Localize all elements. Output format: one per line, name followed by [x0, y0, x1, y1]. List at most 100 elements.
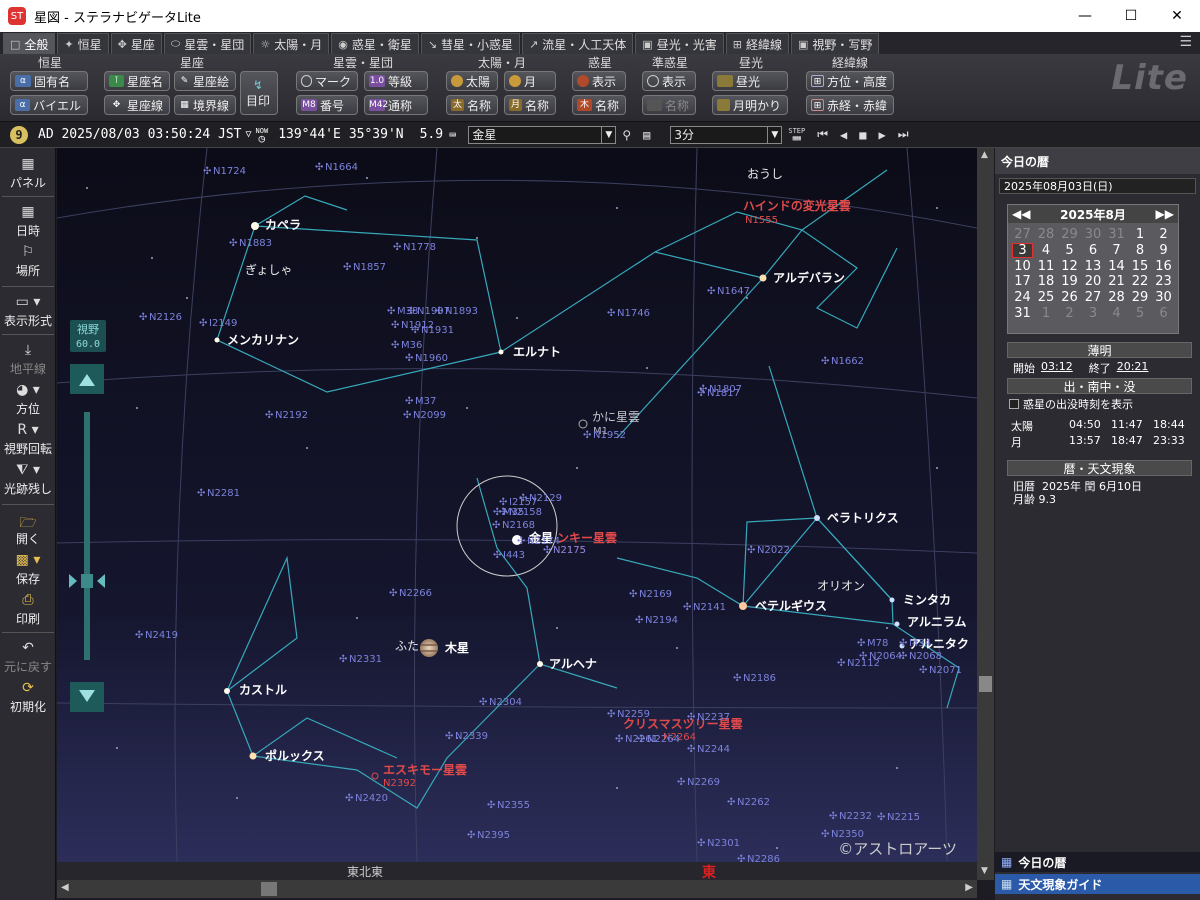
latitude-display[interactable]: 35°39'N — [349, 127, 404, 142]
keyboard-icon[interactable]: ⌨ — [449, 128, 456, 142]
dso-label[interactable]: N2068 — [909, 651, 942, 662]
scroll-right-icon[interactable]: ▶ — [965, 882, 973, 893]
dso-label[interactable]: M78 — [867, 638, 888, 649]
dso-marker-icon[interactable]: ✣ — [857, 638, 865, 649]
scroll-left-icon[interactable]: ◀ — [61, 882, 69, 893]
dso-marker-icon[interactable]: ✣ — [197, 488, 205, 499]
dso-marker-icon[interactable]: ✣ — [899, 651, 907, 662]
calendar-day[interactable]: 30 — [1083, 227, 1104, 242]
dso-marker-icon[interactable]: ✣ — [821, 829, 829, 840]
dso-label[interactable]: N1857 — [353, 262, 386, 273]
dso-label[interactable]: N1647 — [717, 286, 750, 297]
prev-month-icon[interactable]: ◀◀ — [1012, 207, 1030, 221]
dso-label[interactable]: N2186 — [743, 673, 776, 684]
tab-fov[interactable]: ▣ 視野・写野 — [790, 33, 880, 54]
undo-button[interactable]: ↶ 元に戻す — [0, 640, 56, 675]
alhena-star[interactable] — [537, 661, 543, 667]
dso-marker-icon[interactable]: ✣ — [389, 588, 397, 599]
tab-stars[interactable]: ✦ 恒星 — [57, 33, 109, 54]
dso-marker-icon[interactable]: ✣ — [837, 658, 845, 669]
calendar-day[interactable]: 2 — [1059, 306, 1080, 321]
riseset-checkbox[interactable] — [1009, 399, 1019, 409]
dso-label[interactable]: N2126 — [149, 312, 182, 323]
calendar-day-selected[interactable]: 3 — [1012, 242, 1033, 258]
dso-marker-icon[interactable]: ✣ — [135, 630, 143, 641]
timezone-dropdown-icon[interactable]: ▽ — [246, 129, 252, 140]
dso-marker-icon[interactable]: ✣ — [877, 812, 885, 823]
panel-button[interactable]: ▦ パネル — [0, 156, 56, 191]
planet-riseset-checkbox-row[interactable]: 惑星の出没時刻を表示 — [995, 394, 1200, 412]
dso-marker-icon[interactable]: ✣ — [697, 388, 705, 399]
dso-marker-icon[interactable]: ✣ — [733, 673, 741, 684]
dso-marker-icon[interactable]: ✣ — [479, 697, 487, 708]
crab-nebula-label[interactable]: かに星雲 — [592, 410, 640, 424]
menu-icon[interactable]: ☰ — [1179, 34, 1192, 50]
dso-label[interactable]: N2259 — [617, 709, 650, 720]
star-proper-name-button[interactable]: α 固有名 — [10, 71, 88, 91]
calendar-day[interactable]: 6 — [1083, 243, 1104, 258]
calendar-day[interactable]: 10 — [1012, 259, 1033, 274]
dso-marker-icon[interactable]: ✣ — [343, 262, 351, 273]
dso-label[interactable]: N2355 — [497, 800, 530, 811]
moonlight-button[interactable]: 月明かり — [712, 95, 788, 115]
dso-marker-icon[interactable]: ✣ — [635, 615, 643, 626]
dso-label[interactable]: I443 — [503, 550, 525, 561]
dso-label[interactable]: N1746 — [617, 308, 650, 319]
landmark-button[interactable]: ↯ 目印 — [240, 71, 278, 115]
dso-label[interactable]: N2158 — [509, 507, 542, 518]
daylight-button[interactable]: 昼光 — [712, 71, 788, 91]
nebula-mark-button[interactable]: マーク — [296, 71, 358, 91]
calendar-day[interactable]: 4 — [1036, 243, 1057, 258]
moon-age-badge[interactable]: 9 — [10, 125, 28, 144]
dso-marker-icon[interactable]: ✣ — [493, 550, 501, 561]
step-icon[interactable]: STEP ▦▦ — [788, 127, 805, 142]
dso-marker-icon[interactable]: ✣ — [339, 654, 347, 665]
rotate-view-button[interactable]: R ▾ 視野回転 — [0, 422, 56, 457]
dwarf-name-button[interactable]: 名称 — [642, 95, 696, 115]
dso-label[interactable]: M37 — [415, 396, 436, 407]
calendar-day[interactable]: 18 — [1036, 274, 1057, 289]
dso-label[interactable]: N2194 — [645, 615, 678, 626]
dso-label[interactable]: N1931 — [421, 325, 454, 336]
tab-meteor[interactable]: ↗ 流星・人工天体 — [522, 33, 634, 54]
calendar-day[interactable]: 17 — [1012, 274, 1033, 289]
dso-marker-icon[interactable]: ✣ — [707, 286, 715, 297]
target-select[interactable]: 金星 ▼ — [468, 125, 617, 144]
dso-label[interactable]: N2168 — [502, 520, 535, 531]
boundary-button[interactable]: ▦ 境界線 — [174, 95, 236, 115]
calendar-day[interactable]: 13 — [1083, 259, 1104, 274]
open-button[interactable]: 🗁 開く — [0, 512, 56, 547]
dso-marker-icon[interactable]: ✣ — [435, 306, 443, 317]
nebula-number-button[interactable]: M8 番号 — [296, 95, 358, 115]
dso-label[interactable]: N2339 — [455, 731, 488, 742]
dso-label[interactable]: N2281 — [207, 488, 240, 499]
calendar-day[interactable]: 11 — [1036, 259, 1057, 274]
minimize-button[interactable]: — — [1062, 0, 1108, 32]
dso-marker-icon[interactable]: ✣ — [829, 811, 837, 822]
dso-marker-icon[interactable]: ✣ — [445, 731, 453, 742]
now-button[interactable]: NOW ◷ — [256, 127, 269, 144]
dso-marker-icon[interactable]: ✣ — [737, 854, 745, 862]
constellation-art-button[interactable]: ✎ 星座絵 — [174, 71, 236, 91]
calendar-day[interactable]: 6 — [1153, 306, 1174, 321]
dso-marker-icon[interactable]: ✣ — [615, 734, 623, 745]
calendar-day[interactable]: 24 — [1012, 290, 1033, 305]
dso-label[interactable]: N2175 — [553, 545, 586, 556]
tab-constellation[interactable]: ✥ 星座 — [110, 33, 162, 54]
scroll-up-icon[interactable]: ▲ — [981, 150, 988, 160]
nebula-magnitude-button[interactable]: 1.0 等級 — [364, 71, 428, 91]
dso-marker-icon[interactable]: ✣ — [203, 166, 211, 177]
fov-readout[interactable]: 5.9 — [420, 127, 443, 142]
twilight-end-time[interactable]: 20:21 — [1117, 360, 1149, 376]
pollux-star[interactable] — [249, 752, 257, 760]
dwarf-show-button[interactable]: 表示 — [642, 71, 696, 91]
calendar-day[interactable]: 8 — [1130, 243, 1151, 258]
sky-canvas[interactable]: カペラ メンカリナン エルナト アルデバラン ベラトリクス ベテルギウス ミンタ… — [57, 148, 977, 862]
dso-label[interactable]: N2304 — [489, 697, 522, 708]
calendar-day[interactable]: 28 — [1106, 290, 1127, 305]
constellation-lines-button[interactable]: ✥ 星座線 — [104, 95, 170, 115]
dso-label[interactable]: N2266 — [399, 588, 432, 599]
dso-label[interactable]: N1664 — [325, 162, 358, 173]
close-button[interactable]: ✕ — [1154, 0, 1200, 32]
dso-marker-icon[interactable]: ✣ — [517, 536, 525, 547]
